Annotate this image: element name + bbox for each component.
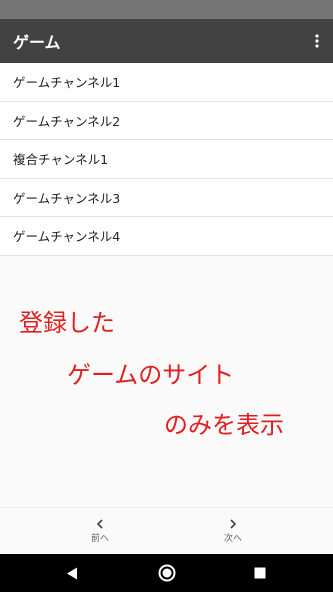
back-triangle-icon bbox=[67, 567, 77, 579]
overflow-menu-button[interactable] bbox=[301, 19, 333, 63]
list-item[interactable]: ゲームチャンネル3 bbox=[0, 179, 333, 217]
promo-line-2: ゲームのサイト bbox=[67, 361, 235, 389]
prev-button[interactable]: 前へ bbox=[60, 508, 140, 555]
recents-button[interactable] bbox=[240, 554, 280, 592]
list-item[interactable]: 複合チャンネル1 bbox=[0, 140, 333, 179]
back-button[interactable] bbox=[52, 554, 92, 592]
list-item-label: ゲームチャンネル3 bbox=[13, 190, 121, 206]
bottom-nav: 前へ 次へ bbox=[0, 507, 333, 554]
list-item-label: ゲームチャンネル2 bbox=[13, 113, 121, 129]
home-button[interactable] bbox=[147, 554, 187, 592]
prev-label: 前へ bbox=[90, 534, 109, 544]
promo-line-3: のみを表示 bbox=[164, 411, 284, 439]
list-item[interactable]: ゲームチャンネル4 bbox=[0, 217, 333, 256]
app-bar: ゲーム bbox=[0, 19, 333, 63]
status-bar bbox=[0, 0, 333, 19]
list-item[interactable]: ゲームチャンネル2 bbox=[0, 102, 333, 140]
next-label: 次へ bbox=[223, 534, 242, 544]
list-item[interactable]: ゲームチャンネル1 bbox=[0, 63, 333, 102]
promo-line-1: 登録した bbox=[19, 309, 115, 337]
chevron-right-icon bbox=[230, 519, 237, 529]
list-item-label: ゲームチャンネル4 bbox=[13, 229, 121, 245]
more-vert-icon bbox=[315, 34, 319, 48]
channel-list: ゲームチャンネル1 ゲームチャンネル2 複合チャンネル1 ゲームチャンネル3 ゲ… bbox=[0, 63, 333, 256]
recents-square-icon bbox=[254, 567, 266, 579]
next-button[interactable]: 次へ bbox=[193, 508, 273, 555]
list-item-label: 複合チャンネル1 bbox=[13, 152, 109, 168]
home-circle-icon bbox=[158, 564, 176, 582]
promo-caption: 登録した ゲームのサイト のみを表示 bbox=[0, 255, 333, 507]
system-nav-bar bbox=[0, 554, 333, 592]
list-item-label: ゲームチャンネル1 bbox=[13, 75, 121, 91]
chevron-left-icon bbox=[96, 519, 103, 529]
page-title: ゲーム bbox=[13, 33, 61, 52]
